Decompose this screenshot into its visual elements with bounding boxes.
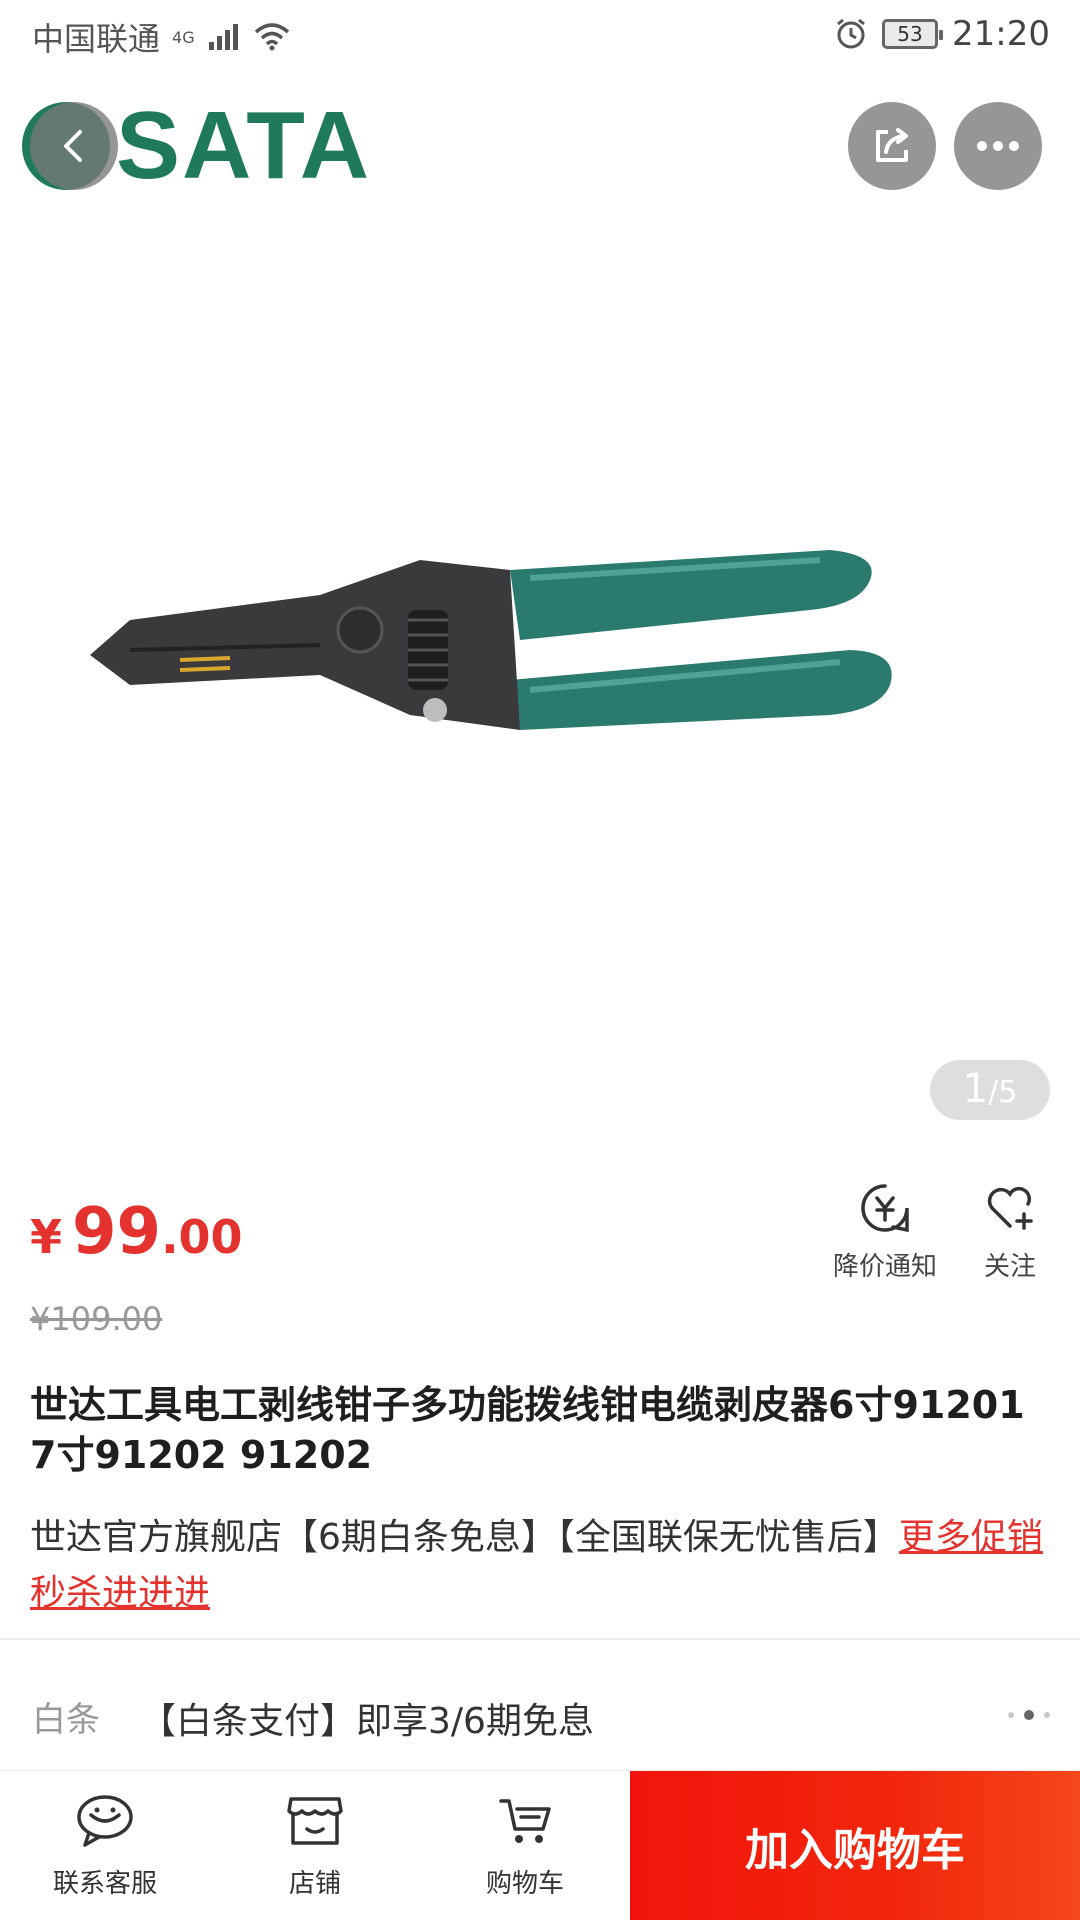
status-bar: 中国联通 4G 53 21:20 (0, 0, 1080, 76)
status-left: 中国联通 4G (32, 14, 291, 60)
add-to-cart-button[interactable]: 加入购物车 (630, 1771, 1080, 1920)
customer-service-label: 联系客服 (52, 1868, 157, 1899)
clock: 21:20 (952, 14, 1050, 54)
share-button[interactable] (848, 102, 936, 190)
product-title: 世达工具电工剥线钳子多功能拨线钳电缆剥皮器6寸91201 7寸91202 912… (30, 1383, 1025, 1477)
baitiao-label: 白条 (32, 1700, 100, 1740)
product-image (90, 550, 892, 730)
follow-button[interactable]: 关注 (965, 1180, 1055, 1283)
section-divider (0, 1638, 1080, 1640)
cart-icon (499, 1798, 551, 1843)
gallery-pager: 1 / 5 (930, 1060, 1050, 1120)
price-drop-bell-icon (861, 1184, 909, 1233)
wifi-icon (254, 23, 289, 51)
store-icon (287, 1796, 343, 1845)
dot (1044, 1712, 1050, 1718)
battery-icon: 53 (882, 19, 944, 49)
price-notify-label: 降价通知 (832, 1252, 937, 1282)
baitiao-row[interactable]: 白条 【白条支付】即享3/6期免息 (0, 1680, 1080, 1750)
product-gallery[interactable]: SATA 1 / 5 (0, 0, 1080, 1150)
shop-label: 店铺 (288, 1868, 341, 1899)
battery-level: 53 (897, 22, 923, 46)
shop-button[interactable]: 店铺 (215, 1771, 415, 1920)
follow-label: 关注 (983, 1252, 1036, 1282)
network-type: 4G (172, 27, 195, 47)
heart-plus-icon (987, 1187, 1033, 1230)
more-button[interactable] (954, 102, 1042, 190)
gallery-total: 5 (998, 1075, 1018, 1110)
customer-service-button[interactable]: 联系客服 (5, 1771, 205, 1920)
status-right: 53 21:20 (834, 14, 1050, 54)
original-price: ¥109.00 (30, 1300, 163, 1338)
gallery-current: 1 (962, 1066, 989, 1112)
promo-text: 世达官方旗舰店【6期白条免息】【全国联保无忧售后】 (30, 1517, 899, 1558)
promo-line: 世达官方旗舰店【6期白条免息】【全国联保无忧售后】更多促销秒杀进进进 (30, 1510, 1050, 1622)
cart-label: 购物车 (485, 1868, 564, 1899)
more-dots-indicator (1008, 1710, 1050, 1720)
price-notify-button[interactable]: 降价通知 (825, 1180, 945, 1283)
price-decimal: .00 (161, 1210, 243, 1264)
dot (1008, 1712, 1014, 1718)
back-button[interactable] (30, 102, 118, 190)
carrier-name: 中国联通 (32, 20, 161, 58)
chevron-left-icon (64, 130, 82, 162)
bottom-action-bar: 联系客服 店铺 购物车 加入购物车 (0, 1770, 1080, 1920)
cart-button[interactable]: 购物车 (425, 1771, 625, 1920)
current-price: ¥ 99 .00 (30, 1195, 243, 1269)
dot-active (1024, 1710, 1034, 1720)
more-dots-icon (977, 141, 1019, 151)
price-symbol: ¥ (30, 1210, 63, 1264)
alarm-icon (837, 18, 865, 49)
price-integer: 99 (72, 1195, 162, 1269)
brand-logo-text: SATA (116, 92, 372, 199)
signal-icon (208, 24, 238, 50)
share-icon (876, 128, 908, 162)
chat-face-icon (77, 1794, 133, 1847)
baitiao-text: 【白条支付】即享3/6期免息 (140, 1701, 594, 1742)
gallery-separator: / (988, 1075, 999, 1110)
